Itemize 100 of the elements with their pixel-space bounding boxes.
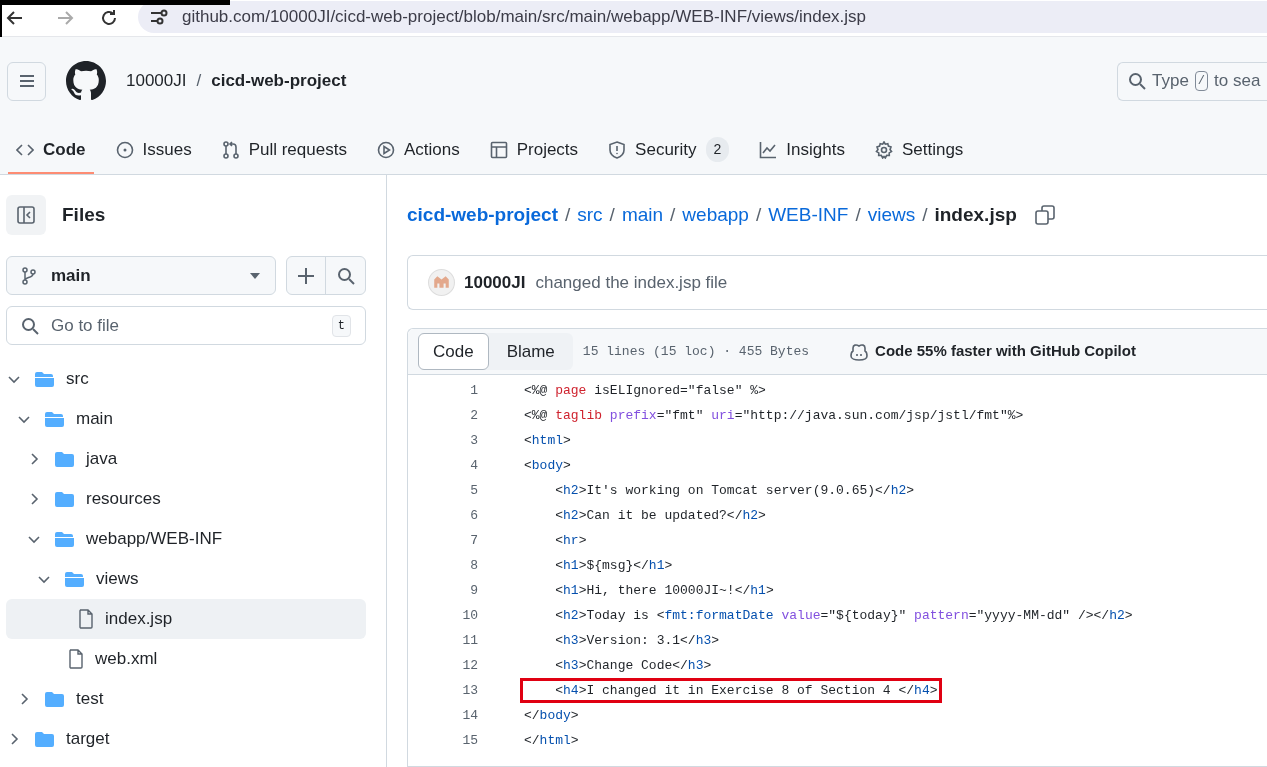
play-icon bbox=[376, 140, 395, 159]
repo-tab[interactable]: Insights bbox=[751, 125, 853, 174]
commit-author[interactable]: 10000JI bbox=[464, 269, 526, 296]
repo-tab[interactable]: Settings bbox=[866, 125, 972, 174]
breadcrumb-link[interactable]: cicd-web-project bbox=[407, 200, 558, 230]
tree-item[interactable]: target bbox=[6, 719, 366, 759]
search-placeholder: Type bbox=[1152, 70, 1189, 93]
pull-request-icon bbox=[221, 140, 240, 159]
line-number: 14 bbox=[461, 706, 478, 725]
path-separator: / bbox=[670, 202, 676, 227]
line-number: 7 bbox=[469, 531, 478, 550]
tree-item[interactable]: resources bbox=[6, 479, 366, 519]
repo-tab[interactable]: Issues bbox=[107, 125, 200, 174]
copilot-icon bbox=[849, 342, 870, 361]
line-number: 1 bbox=[469, 381, 478, 400]
tree-item[interactable]: test bbox=[6, 679, 366, 719]
view-toggle-button[interactable]: Code bbox=[418, 333, 489, 370]
tree-item[interactable]: web.xml bbox=[6, 639, 366, 679]
line-number: 13 bbox=[461, 681, 478, 700]
search-icon bbox=[21, 316, 39, 335]
code-text: </html> bbox=[523, 731, 580, 750]
code-text: <h2>It's working on Tomcat server(9.0.65)</h2> bbox=[554, 481, 916, 500]
path-separator: / bbox=[196, 70, 202, 93]
back-icon[interactable] bbox=[6, 9, 24, 27]
code-text: <hr> bbox=[554, 531, 588, 550]
current-file-name: index.jsp bbox=[934, 202, 1017, 227]
path-separator: / bbox=[755, 202, 762, 227]
owner-link[interactable]: 10000JI bbox=[126, 68, 187, 94]
tree-item[interactable]: main bbox=[6, 399, 366, 439]
code-text: <%@ taglib prefix="fmt" uri="http://java.sun.com/jsp/jstl/fmt"%> bbox=[523, 406, 1025, 425]
address-bar[interactable]: github.com/10000JI/cicd-web-project/blob/main/src/main/webapp/WEB-INF/views/index.jsp bbox=[138, 1, 1267, 33]
code-text: <h2>Today is <fmt:formatDate value="${today}" pattern="yyyy-MM-dd" /></h2> bbox=[554, 606, 1134, 625]
repo-tab[interactable]: Code bbox=[8, 125, 94, 174]
go-to-file-field[interactable]: Go to file t bbox=[6, 306, 366, 345]
counter-badge: 2 bbox=[705, 137, 730, 162]
line-number: 3 bbox=[469, 431, 478, 450]
tree-item[interactable]: webapp/WEB-INF bbox=[6, 519, 366, 559]
code-text: <h2>Can it be updated?</h2> bbox=[554, 506, 767, 525]
line-number: 4 bbox=[469, 456, 478, 475]
repo-tab[interactable]: Projects bbox=[481, 125, 587, 174]
avatar-icon bbox=[428, 269, 455, 296]
breadcrumb-link[interactable]: src bbox=[577, 200, 603, 230]
copilot-promo[interactable]: Code 55% faster with GitHub Copilot bbox=[875, 340, 1136, 363]
site-settings-icon[interactable] bbox=[150, 9, 168, 25]
path-separator: / bbox=[855, 202, 861, 227]
gear-icon bbox=[874, 140, 893, 159]
folder-icon bbox=[34, 370, 55, 388]
line-number: 11 bbox=[461, 631, 478, 650]
code-text: <html> bbox=[523, 431, 572, 450]
code-text: <%@ page isELIgnored="false" %> bbox=[523, 381, 767, 400]
tree-item[interactable]: views bbox=[6, 559, 366, 599]
breadcrumb-link[interactable]: WEB-INF bbox=[768, 200, 849, 230]
reload-icon[interactable] bbox=[100, 9, 118, 27]
breadcrumb-link[interactable]: views bbox=[867, 200, 916, 230]
branch-button[interactable]: main bbox=[6, 256, 276, 295]
folder-icon bbox=[54, 530, 75, 548]
search-icon bbox=[336, 266, 355, 285]
folder-icon bbox=[44, 690, 65, 708]
url-text: github.com/10000JI/cicd-web-project/blob/main/src/main/webapp/WEB-INF/views/index.jsp bbox=[182, 6, 867, 29]
commit-message[interactable]: changed the index.jsp file bbox=[535, 269, 728, 296]
breadcrumb-link[interactable]: webapp bbox=[682, 200, 749, 230]
search-field[interactable]: Type / to sea bbox=[1117, 61, 1267, 101]
file-info: 15 lines (15 loc) · 455 Bytes bbox=[582, 342, 810, 361]
file-icon bbox=[68, 649, 84, 669]
branch-icon bbox=[21, 266, 37, 285]
sidebar-title: Files bbox=[62, 202, 106, 227]
code-text: <h1>Hi, there 10000JI~!</h1> bbox=[554, 581, 775, 600]
repo-tab[interactable]: Actions bbox=[368, 125, 468, 174]
line-graph-icon bbox=[759, 140, 778, 159]
folder-icon bbox=[64, 570, 85, 588]
line-number: 15 bbox=[461, 731, 478, 750]
tree-item[interactable]: src bbox=[6, 359, 366, 399]
path-separator: / bbox=[565, 202, 571, 227]
folder-icon bbox=[34, 730, 55, 748]
folder-icon bbox=[54, 450, 75, 468]
octocat-logo-icon[interactable] bbox=[66, 61, 106, 101]
shortcut-key: t bbox=[331, 314, 351, 337]
tree-item[interactable]: java bbox=[6, 439, 366, 479]
shield-icon bbox=[608, 140, 627, 159]
repo-tab[interactable]: Pull requests bbox=[213, 125, 355, 174]
code-text: <h3>Version: 3.1</h3> bbox=[554, 631, 721, 650]
search-placeholder: to sea bbox=[1214, 70, 1261, 93]
line-number: 6 bbox=[469, 506, 478, 525]
line-number: 2 bbox=[469, 406, 478, 425]
code-text: <h1>${msg}</h1> bbox=[554, 556, 674, 575]
code-text: <h3>Change Code</h3> bbox=[554, 656, 713, 675]
view-toggle-button[interactable]: Blame bbox=[488, 333, 573, 370]
repo-tab[interactable]: Security 2 bbox=[600, 125, 738, 174]
copy-icon[interactable] bbox=[1034, 205, 1055, 225]
shortcut-key: / bbox=[1194, 71, 1209, 91]
line-number: 8 bbox=[469, 556, 478, 575]
issue-icon bbox=[115, 140, 134, 159]
tree-item[interactable]: index.jsp bbox=[6, 599, 366, 639]
code-text: </body> bbox=[523, 706, 580, 725]
path-separator: / bbox=[922, 202, 928, 227]
breadcrumb-link[interactable]: main bbox=[621, 200, 664, 230]
repo-link[interactable]: cicd-web-project bbox=[211, 68, 347, 94]
collapse-sidebar-button[interactable] bbox=[6, 195, 46, 235]
line-number: 10 bbox=[461, 606, 478, 625]
menu-button[interactable] bbox=[7, 61, 46, 101]
